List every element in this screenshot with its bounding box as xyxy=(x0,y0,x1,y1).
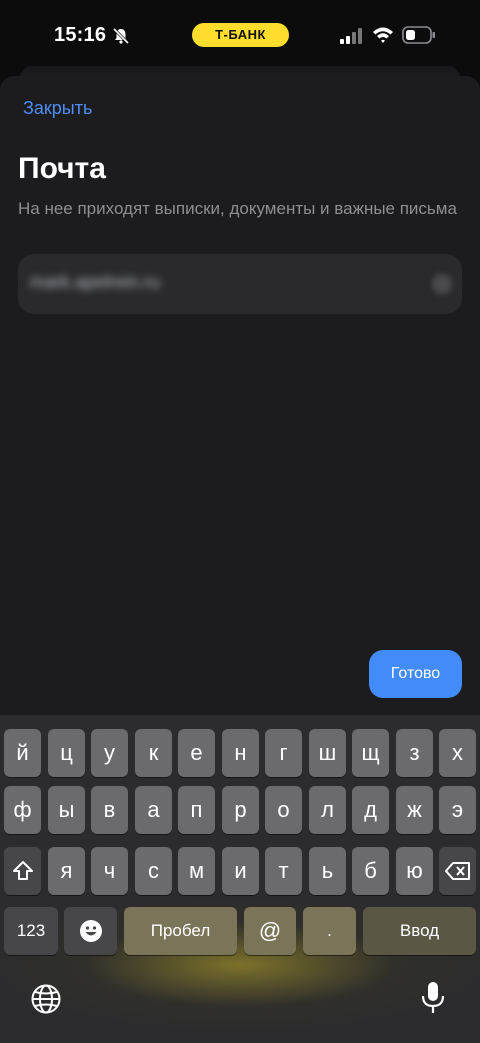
close-button[interactable]: Закрыть xyxy=(23,98,92,119)
key[interactable]: м xyxy=(178,847,215,895)
key[interactable]: д xyxy=(352,786,389,834)
key[interactable]: г xyxy=(265,729,302,777)
key[interactable]: у xyxy=(91,729,128,777)
keyboard-row-4: 123 Пробел @ . Ввод xyxy=(0,907,480,955)
page-subtitle: На нее приходят выписки, документы и важ… xyxy=(18,199,457,218)
at-key[interactable]: @ xyxy=(244,907,296,955)
emoji-icon xyxy=(79,920,102,942)
key[interactable]: щ xyxy=(352,729,389,777)
key[interactable]: в xyxy=(91,786,128,834)
key[interactable]: и xyxy=(222,847,259,895)
keyboard-row-1: й ц у к е н г ш щ з х xyxy=(0,729,480,777)
signal-icon xyxy=(340,28,362,44)
key[interactable]: ь xyxy=(309,847,346,895)
globe-icon[interactable] xyxy=(30,983,62,1015)
key[interactable]: й xyxy=(4,729,41,777)
key[interactable]: с xyxy=(135,847,172,895)
key[interactable]: н xyxy=(222,729,259,777)
status-bar: 15:16 Т-БАНК xyxy=(0,0,480,68)
key[interactable]: р xyxy=(222,786,259,834)
space-key[interactable]: Пробел xyxy=(124,907,237,955)
key[interactable]: к xyxy=(135,729,172,777)
keyboard-row-2: ф ы в а п р о л д ж э xyxy=(0,786,480,834)
microphone-icon[interactable] xyxy=(420,981,446,1015)
key[interactable]: ж xyxy=(396,786,433,834)
key[interactable]: ю xyxy=(396,847,433,895)
page-title: Почта xyxy=(18,152,106,185)
key[interactable]: л xyxy=(309,786,346,834)
battery-icon xyxy=(402,26,435,44)
emoji-key[interactable] xyxy=(64,907,117,955)
keyboard-row-3: я ч с м и т ь б ю xyxy=(0,847,480,895)
key[interactable]: ш xyxy=(309,729,346,777)
return-key[interactable]: Ввод xyxy=(363,907,476,955)
clear-icon[interactable] xyxy=(432,274,452,294)
key[interactable]: е xyxy=(178,729,215,777)
key[interactable]: з xyxy=(396,729,433,777)
backspace-key[interactable] xyxy=(439,847,476,895)
keyboard: й ц у к е н г ш щ з х ф ы в а п р о л д … xyxy=(0,715,480,1043)
dot-key[interactable]: . xyxy=(303,907,356,955)
email-value[interactable]: mark.apelrein.ru xyxy=(30,272,160,293)
backspace-icon xyxy=(444,862,470,880)
shift-icon xyxy=(12,861,33,880)
key[interactable]: э xyxy=(439,786,476,834)
bell-muted-icon xyxy=(112,27,130,45)
key[interactable]: б xyxy=(352,847,389,895)
key[interactable]: х xyxy=(439,729,476,777)
key[interactable]: ы xyxy=(48,786,85,834)
key[interactable]: ч xyxy=(91,847,128,895)
status-time: 15:16 xyxy=(54,24,107,46)
key[interactable]: ф xyxy=(4,786,41,834)
key[interactable]: а xyxy=(135,786,172,834)
key[interactable]: п xyxy=(178,786,215,834)
numbers-key[interactable]: 123 xyxy=(4,907,58,955)
done-button[interactable]: Готово xyxy=(369,650,462,698)
email-field[interactable]: mark.apelrein.ru xyxy=(18,254,462,314)
key[interactable]: ц xyxy=(48,729,85,777)
wifi-icon xyxy=(373,27,393,43)
key[interactable]: т xyxy=(265,847,302,895)
key[interactable]: я xyxy=(48,847,85,895)
carrier-badge: Т-БАНК xyxy=(192,23,289,47)
shift-key[interactable] xyxy=(4,847,41,895)
key[interactable]: о xyxy=(265,786,302,834)
